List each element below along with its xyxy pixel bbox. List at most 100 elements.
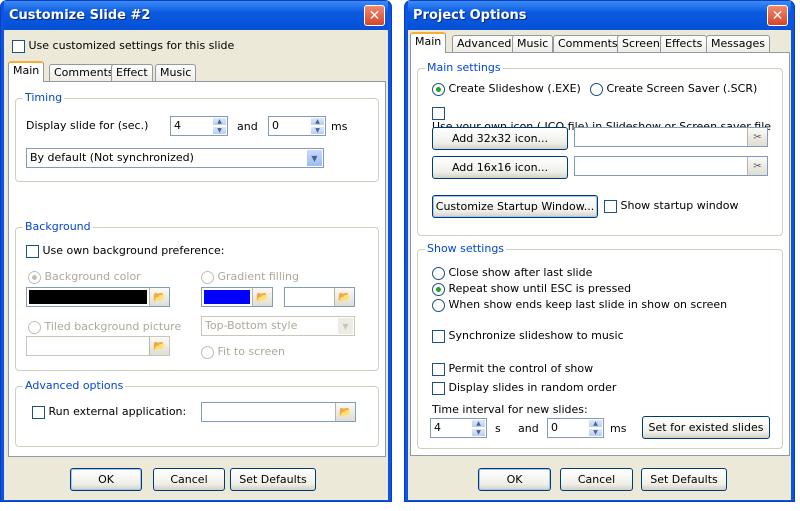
close-show-radio[interactable] bbox=[432, 266, 445, 280]
ok-button[interactable]: OK bbox=[478, 468, 551, 491]
tiled-picture-picker[interactable]: 📂 bbox=[26, 336, 170, 356]
fit-radio-row[interactable]: Fit to screen bbox=[201, 345, 285, 359]
spin-down-icon[interactable]: ▼ bbox=[212, 126, 227, 135]
own-bg-checkbox[interactable] bbox=[26, 244, 39, 258]
run-ext-checkbox[interactable] bbox=[32, 405, 45, 419]
chevron-down-icon[interactable]: ▼ bbox=[337, 317, 354, 335]
scissors-icon[interactable]: ✂ bbox=[747, 128, 767, 146]
run-ext-checkbox-row[interactable]: Run external application: bbox=[32, 405, 186, 419]
window-title: Customize Slide #2 bbox=[9, 8, 151, 23]
folder-open-icon[interactable]: 📂 bbox=[335, 403, 355, 421]
display-ms-spinner[interactable]: 0 ▲ ▼ bbox=[268, 116, 326, 136]
sync-music-row[interactable]: Synchronize slideshow to music bbox=[432, 329, 624, 343]
tab-main[interactable]: Main bbox=[410, 32, 447, 53]
set-existed-button[interactable]: Set for existed slides bbox=[642, 416, 770, 439]
tab-effects[interactable]: Effects bbox=[660, 35, 708, 53]
add-32-icon-button[interactable]: Add 32x32 icon... bbox=[432, 127, 568, 150]
create-saver-radio[interactable] bbox=[590, 82, 603, 96]
gradient-color-picker-1[interactable]: 📂 bbox=[201, 287, 273, 307]
spin-up-icon[interactable]: ▲ bbox=[310, 117, 325, 126]
show-settings-group: Show settings Close show after last slid… bbox=[417, 242, 783, 449]
icon-32-path[interactable]: ✂ bbox=[574, 127, 768, 147]
spin-down-icon[interactable]: ▼ bbox=[588, 428, 603, 437]
main-settings-group: Main settings Create Slideshow (.EXE) Cr… bbox=[417, 61, 783, 236]
tiled-radio-row[interactable]: Tiled background picture bbox=[28, 320, 181, 334]
gradient-style-select[interactable]: Top-Bottom style ▼ bbox=[201, 316, 355, 336]
cancel-button[interactable]: Cancel bbox=[153, 468, 225, 491]
own-icon-checkbox[interactable] bbox=[432, 106, 445, 120]
tab-music[interactable]: Music bbox=[155, 64, 197, 82]
spin-up-icon[interactable]: ▲ bbox=[471, 419, 486, 428]
title-bar[interactable]: Project Options ✕ bbox=[408, 1, 791, 30]
folder-open-icon[interactable]: 📂 bbox=[149, 288, 169, 306]
permit-control-checkbox[interactable] bbox=[432, 362, 445, 376]
permit-control-row[interactable]: Permit the control of show bbox=[432, 362, 593, 376]
customize-startup-button[interactable]: Customize Startup Window... bbox=[432, 195, 598, 218]
ok-button[interactable]: OK bbox=[70, 468, 142, 491]
keep-last-row[interactable]: When show ends keep last slide in show o… bbox=[432, 298, 727, 312]
advanced-group-label: Advanced options bbox=[23, 379, 126, 392]
own-bg-checkbox-row[interactable]: Use own background preference: bbox=[26, 244, 225, 258]
keep-last-radio[interactable] bbox=[432, 298, 445, 312]
show-startup-checkbox[interactable] bbox=[604, 199, 617, 213]
set-defaults-button[interactable]: Set Defaults bbox=[230, 468, 316, 491]
folder-open-icon[interactable]: 📂 bbox=[252, 288, 272, 306]
gradient-radio[interactable] bbox=[201, 270, 214, 284]
sync-music-checkbox[interactable] bbox=[432, 329, 445, 343]
spin-down-icon[interactable]: ▼ bbox=[310, 126, 325, 135]
random-order-checkbox[interactable] bbox=[432, 381, 445, 395]
create-slideshow-row[interactable]: Create Slideshow (.EXE) bbox=[432, 82, 581, 96]
tiled-radio[interactable] bbox=[28, 320, 41, 334]
repeat-show-row[interactable]: Repeat show until ESC is pressed bbox=[432, 282, 631, 296]
spin-up-icon[interactable]: ▲ bbox=[588, 419, 603, 428]
use-custom-checkbox[interactable] bbox=[12, 39, 25, 53]
spin-up-icon[interactable]: ▲ bbox=[212, 117, 227, 126]
tab-music[interactable]: Music bbox=[512, 35, 554, 53]
folder-open-icon[interactable]: 📂 bbox=[149, 337, 169, 355]
bg-color-radio[interactable] bbox=[28, 270, 41, 284]
title-bar[interactable]: Customize Slide #2 ✕ bbox=[4, 1, 388, 30]
tab-comments[interactable]: Comments bbox=[49, 64, 119, 82]
close-button[interactable]: ✕ bbox=[364, 5, 385, 26]
sync-select[interactable]: By default (Not synchronized) ▼ bbox=[26, 148, 324, 168]
gradient-color-picker-2[interactable]: 📂 bbox=[284, 287, 355, 307]
create-slideshow-radio[interactable] bbox=[432, 82, 445, 96]
cancel-button[interactable]: Cancel bbox=[560, 468, 633, 491]
folder-open-icon[interactable]: 📂 bbox=[334, 288, 354, 306]
permit-control-label: Permit the control of show bbox=[448, 362, 594, 375]
bg-color-radio-row[interactable]: Background color bbox=[28, 270, 141, 284]
display-slide-label: Display slide for (sec.) bbox=[26, 119, 149, 132]
create-saver-row[interactable]: Create Screen Saver (.SCR) bbox=[590, 82, 757, 96]
interval-ms-spinner[interactable]: 0 ▲ ▼ bbox=[547, 418, 604, 438]
interval-seconds-spinner[interactable]: 4 ▲ ▼ bbox=[430, 418, 487, 438]
spin-down-icon[interactable]: ▼ bbox=[471, 428, 486, 437]
display-seconds-spinner[interactable]: 4 ▲ ▼ bbox=[170, 116, 228, 136]
tab-advanced[interactable]: Advanced bbox=[452, 35, 517, 53]
add-16-icon-button[interactable]: Add 16x16 icon... bbox=[432, 156, 568, 179]
scissors-icon[interactable]: ✂ bbox=[747, 157, 767, 175]
display-seconds-value: 4 bbox=[174, 119, 181, 132]
gradient-style-value: Top-Bottom style bbox=[205, 319, 298, 332]
set-defaults-button[interactable]: Set Defaults bbox=[641, 468, 727, 491]
tab-messages[interactable]: Messages bbox=[706, 35, 770, 53]
main-tab-panel: Timing Display slide for (sec.) 4 ▲ ▼ and… bbox=[8, 81, 386, 457]
chevron-down-icon[interactable]: ▼ bbox=[306, 149, 323, 167]
close-button[interactable]: ✕ bbox=[767, 5, 788, 26]
show-startup-row[interactable]: Show startup window bbox=[604, 199, 738, 213]
ext-app-picker[interactable]: 📂 bbox=[201, 402, 356, 422]
bg-color-picker[interactable]: 📂 bbox=[26, 287, 170, 307]
display-ms-value: 0 bbox=[272, 119, 279, 132]
gradient-radio-row[interactable]: Gradient filling bbox=[201, 270, 299, 284]
icon-16-path[interactable]: ✂ bbox=[574, 156, 768, 176]
close-show-row[interactable]: Close show after last slide bbox=[432, 266, 592, 280]
tab-effect[interactable]: Effect bbox=[111, 64, 153, 82]
tab-screen[interactable]: Screen bbox=[617, 35, 665, 53]
use-custom-checkbox-row[interactable]: Use customized settings for this slide bbox=[12, 39, 234, 53]
tab-main[interactable]: Main bbox=[8, 61, 45, 82]
tab-comments[interactable]: Comments bbox=[553, 35, 623, 53]
random-order-row[interactable]: Display slides in random order bbox=[432, 381, 616, 395]
fit-radio[interactable] bbox=[201, 345, 214, 359]
repeat-show-radio[interactable] bbox=[432, 282, 445, 296]
create-saver-label: Create Screen Saver (.SCR) bbox=[606, 82, 758, 95]
use-custom-label: Use customized settings for this slide bbox=[28, 39, 235, 52]
